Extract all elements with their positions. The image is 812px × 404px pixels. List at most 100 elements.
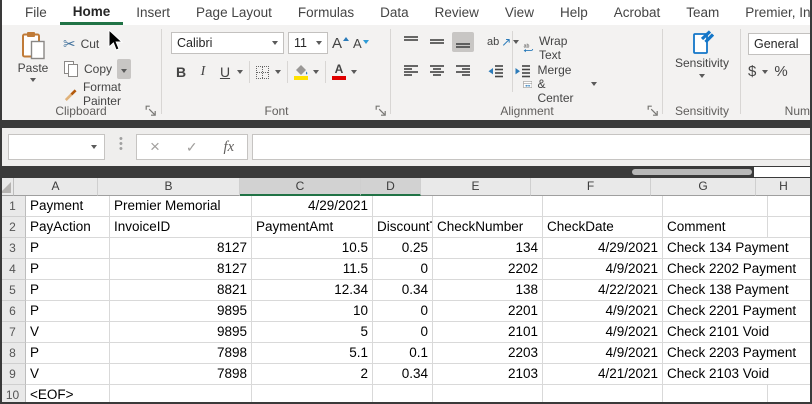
cell-F1[interactable] <box>543 196 663 217</box>
tab-data[interactable]: Data <box>367 0 422 25</box>
cell-G3[interactable]: Check 134 Payment <box>663 238 768 259</box>
cell-F5[interactable]: 4/22/2021 <box>543 280 663 301</box>
row-header-9[interactable]: 9 <box>0 364 26 385</box>
cell-A3[interactable]: P <box>26 238 110 259</box>
cell-C7[interactable]: 5 <box>252 322 373 343</box>
tab-file[interactable]: File <box>12 0 60 25</box>
cell-E5[interactable]: 138 <box>433 280 543 301</box>
cell-D4[interactable]: 0 <box>373 259 433 280</box>
align-right-button[interactable] <box>452 61 474 81</box>
tab-view[interactable]: View <box>492 0 547 25</box>
align-left-button[interactable] <box>400 61 422 81</box>
underline-button[interactable]: U <box>215 61 235 83</box>
cell-E3[interactable]: 134 <box>433 238 543 259</box>
italic-button[interactable]: I <box>193 61 213 83</box>
select-all-corner[interactable] <box>0 178 14 196</box>
cell-E8[interactable]: 2203 <box>433 343 543 364</box>
cell-A1[interactable]: Payment <box>26 196 110 217</box>
cell-A5[interactable]: P <box>26 280 110 301</box>
column-header-B[interactable]: B <box>98 178 240 196</box>
cell-D3[interactable]: 0.25 <box>373 238 433 259</box>
decrease-font-button[interactable]: A <box>353 36 369 51</box>
cell-C3[interactable]: 10.5 <box>252 238 373 259</box>
cell-D7[interactable]: 0 <box>373 322 433 343</box>
column-header-C[interactable]: C <box>240 178 361 196</box>
horizontal-scrollbar-thumb[interactable] <box>632 169 752 175</box>
cell-C8[interactable]: 5.1 <box>252 343 373 364</box>
formula-input[interactable] <box>252 134 812 160</box>
cell-A2[interactable]: PayAction <box>26 217 110 238</box>
align-center-button[interactable] <box>426 61 448 81</box>
clipboard-dialog-launcher[interactable] <box>145 105 157 117</box>
column-header-D[interactable]: D <box>361 178 421 196</box>
cell-D5[interactable]: 0.34 <box>373 280 433 301</box>
currency-button[interactable]: $ <box>748 63 756 80</box>
cell-F6[interactable]: 4/9/2021 <box>543 301 663 322</box>
tab-review[interactable]: Review <box>422 0 492 25</box>
cell-H9[interactable] <box>768 364 812 385</box>
cell-B4[interactable]: 8127 <box>110 259 252 280</box>
cell-C2[interactable]: PaymentAmt <box>252 217 373 238</box>
row-header-7[interactable]: 7 <box>0 322 26 343</box>
tab-insert[interactable]: Insert <box>123 0 183 25</box>
cell-B9[interactable]: 7898 <box>110 364 252 385</box>
cell-C4[interactable]: 11.5 <box>252 259 373 280</box>
sensitivity-button[interactable]: Sensitivity <box>664 30 740 78</box>
cell-B1[interactable]: Premier Memorial <box>110 196 252 217</box>
cell-B5[interactable]: 8821 <box>110 280 252 301</box>
row-header-8[interactable]: 8 <box>0 343 26 364</box>
underline-dropdown-icon[interactable] <box>237 70 243 74</box>
merge-center-button[interactable]: Merge & Center <box>520 61 600 107</box>
cell-B2[interactable]: InvoiceID <box>110 217 252 238</box>
borders-dropdown-icon[interactable] <box>275 70 281 74</box>
cell-G7[interactable]: Check 2101 Void <box>663 322 768 343</box>
cell-B3[interactable]: 8127 <box>110 238 252 259</box>
column-header-E[interactable]: E <box>421 178 531 196</box>
cell-H2[interactable] <box>768 217 812 238</box>
increase-font-button[interactable]: A <box>332 35 349 52</box>
tab-home[interactable]: Home <box>60 0 124 25</box>
font-dialog-launcher[interactable] <box>375 105 387 117</box>
cell-F3[interactable]: 4/29/2021 <box>543 238 663 259</box>
column-header-H[interactable]: H <box>756 178 812 196</box>
cell-H1[interactable] <box>768 196 812 217</box>
fill-dropdown-icon[interactable] <box>313 70 319 74</box>
orientation-button[interactable]: ab ↗ <box>484 32 522 52</box>
cell-G4[interactable]: Check 2202 Payment <box>663 259 768 280</box>
name-box[interactable] <box>8 134 105 160</box>
paste-button[interactable]: Paste <box>10 31 56 82</box>
align-top-button[interactable] <box>400 32 422 52</box>
tab-help[interactable]: Help <box>547 0 601 25</box>
cell-B6[interactable]: 9895 <box>110 301 252 322</box>
cell-F2[interactable]: CheckDate <box>543 217 663 238</box>
cell-B8[interactable]: 7898 <box>110 343 252 364</box>
row-header-6[interactable]: 6 <box>0 301 26 322</box>
cell-D1[interactable] <box>373 196 433 217</box>
tab-page-layout[interactable]: Page Layout <box>183 0 285 25</box>
cell-D2[interactable]: DiscountT <box>373 217 433 238</box>
tab-formulas[interactable]: Formulas <box>285 0 367 25</box>
cell-A6[interactable]: P <box>26 301 110 322</box>
row-header-5[interactable]: 5 <box>0 280 26 301</box>
align-bottom-button[interactable] <box>452 32 474 52</box>
borders-icon[interactable] <box>256 66 269 79</box>
cell-E4[interactable]: 2202 <box>433 259 543 280</box>
currency-dropdown-icon[interactable] <box>762 70 768 74</box>
cell-A9[interactable]: V <box>26 364 110 385</box>
alignment-dialog-launcher[interactable] <box>647 105 659 117</box>
cell-G6[interactable]: Check 2201 Payment <box>663 301 768 322</box>
cell-G1[interactable] <box>663 196 768 217</box>
cancel-button[interactable]: × <box>150 139 160 155</box>
cell-G2[interactable]: Comment <box>663 217 768 238</box>
cell-B7[interactable]: 9895 <box>110 322 252 343</box>
row-header-1[interactable]: 1 <box>0 196 26 217</box>
cell-E1[interactable] <box>433 196 543 217</box>
font-size-combo[interactable]: 11 <box>288 32 328 54</box>
enter-button[interactable]: ✓ <box>186 139 198 156</box>
cell-E9[interactable]: 2103 <box>433 364 543 385</box>
font-color-dropdown-icon[interactable] <box>351 70 357 74</box>
tab-team[interactable]: Team <box>673 0 732 25</box>
tab-premier-in[interactable]: Premier, In <box>732 0 812 25</box>
fill-color-button[interactable] <box>294 64 308 80</box>
cell-H7[interactable] <box>768 322 812 343</box>
